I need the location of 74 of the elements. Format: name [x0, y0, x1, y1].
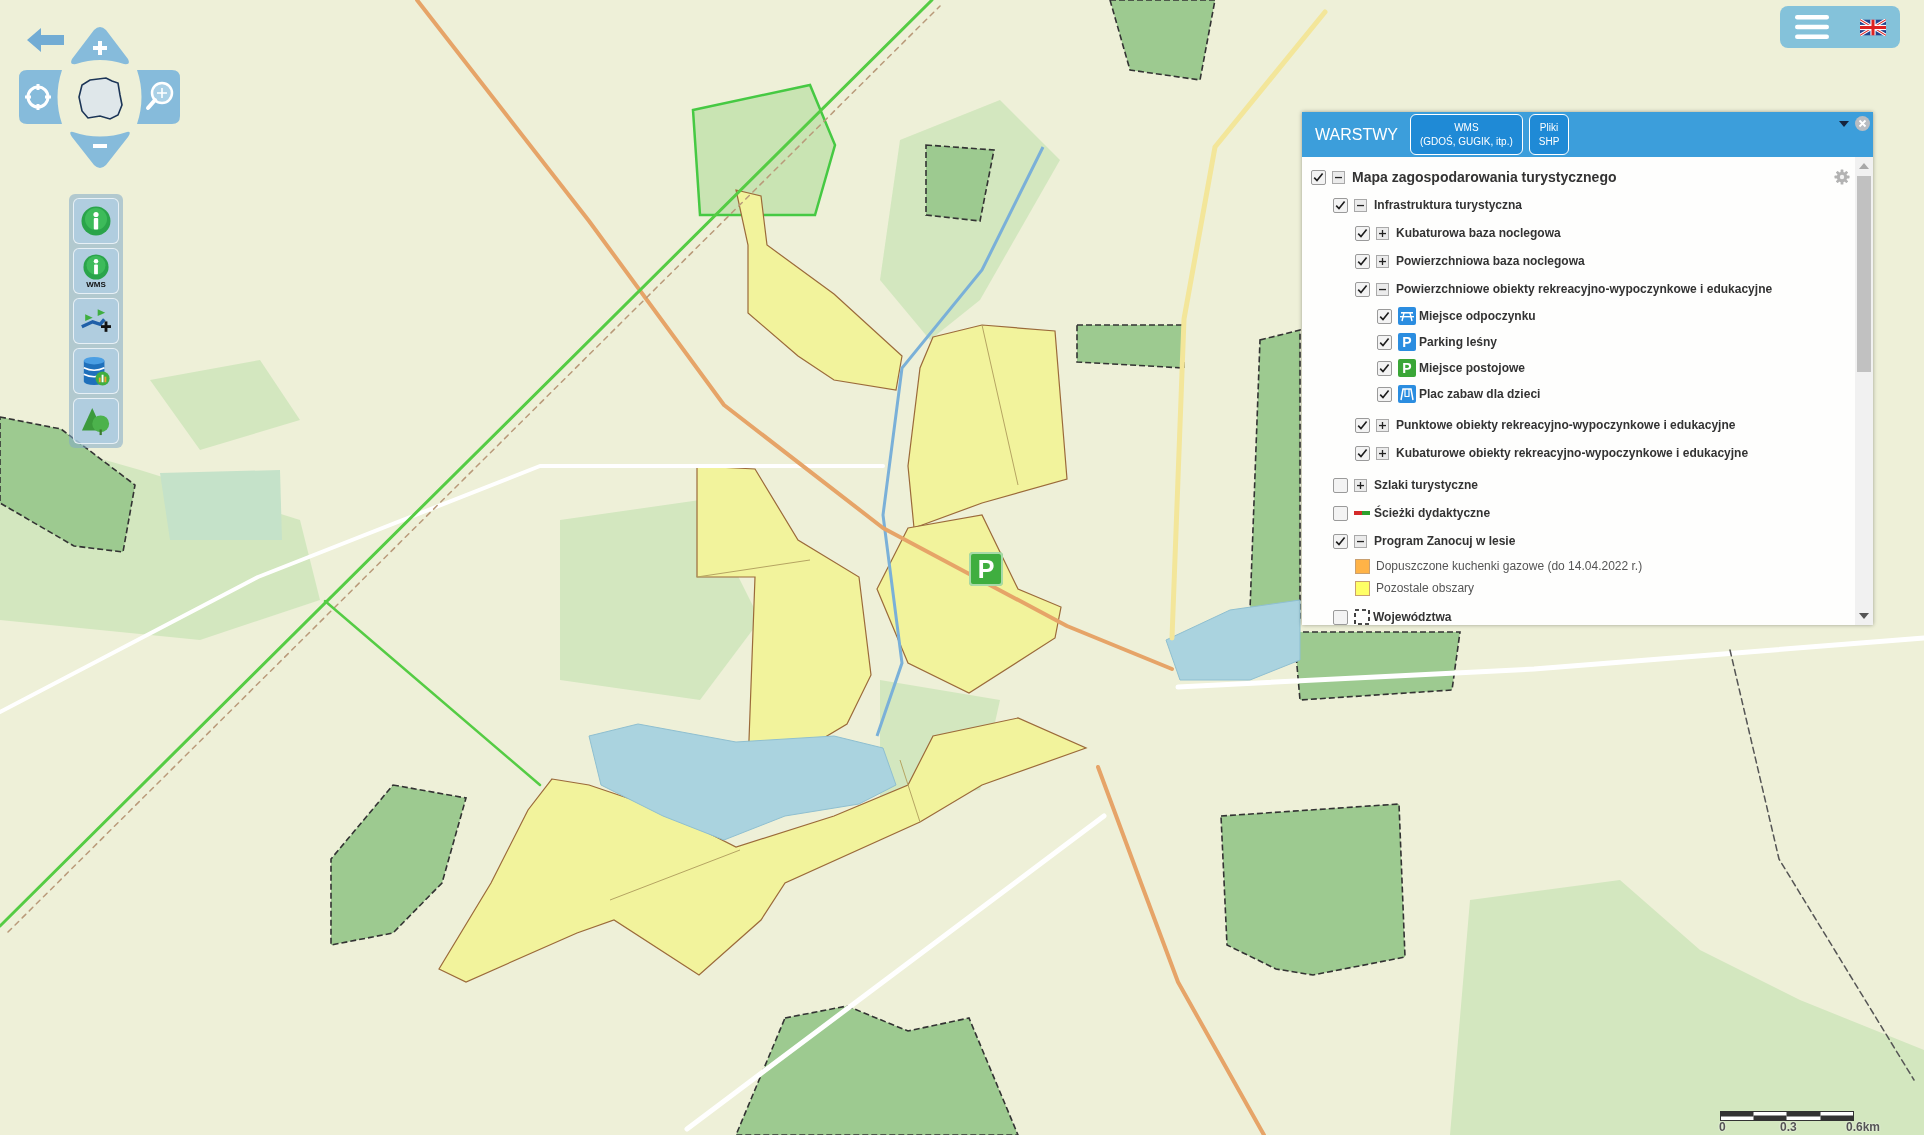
checkbox[interactable] [1333, 197, 1348, 213]
layer-label: Ścieżki dydaktyczne [1374, 506, 1491, 520]
layer-label: Powierzchniowe obiekty rekreacyjno-wypoczynkowe i edukacyjne [1396, 282, 1773, 296]
expand-button[interactable] [1354, 478, 1367, 492]
checkbox[interactable] [1377, 308, 1392, 324]
dashed-border-icon [1354, 609, 1370, 625]
layer-label: Szlaki turystyczne [1374, 478, 1479, 492]
info-button[interactable]: WMS [73, 248, 119, 294]
info-icon [81, 206, 111, 236]
checkbox[interactable] [1355, 445, 1370, 461]
collapse-button[interactable] [1354, 534, 1367, 548]
layer-label: Miejsce odpoczynku [1419, 309, 1536, 323]
parking-sign: P [1398, 333, 1416, 351]
checkbox[interactable] [1355, 417, 1370, 433]
collapse-button[interactable] [1376, 282, 1389, 296]
layer-label: Punktowe obiekty rekreacyjno-wypoczynkowe i edukacyjne [1396, 418, 1736, 432]
layer-label: Kubaturowe obiekty rekreacyjno-wypoczynkowe i edukacyjne [1396, 446, 1749, 460]
checkbox[interactable] [1311, 169, 1326, 185]
flag-icon [1860, 18, 1886, 36]
layer-label: Infrastruktura turystyczna [1374, 198, 1523, 212]
checkbox[interactable] [1355, 225, 1370, 241]
layer-label: Parking leśny [1419, 335, 1498, 349]
plus-icon [93, 41, 107, 55]
trees-icon [81, 406, 111, 436]
checkbox[interactable] [1333, 477, 1348, 493]
expand-button[interactable] [1376, 254, 1389, 268]
expand-button[interactable] [1376, 418, 1389, 432]
expand-button[interactable] [1376, 226, 1389, 240]
dropdown-icon[interactable] [1839, 121, 1849, 127]
layer-label: Dopuszczone kuchenki gazowe (do 14.04.2022 r.) [1376, 559, 1643, 573]
shp-files-button[interactable]: Pliki SHP [1528, 114, 1570, 155]
info-icon [83, 253, 109, 280]
layer-label: Pozostale obszary [1376, 581, 1475, 595]
layer-label: Kubaturowa baza noclegowa [1396, 226, 1561, 240]
collapse-button[interactable] [1332, 170, 1345, 184]
parking-marker[interactable]: P [969, 552, 1003, 586]
trail-line-icon [1354, 511, 1370, 515]
layer-label: Program Zanocuj w lesie [1374, 534, 1516, 548]
checkbox[interactable] [1333, 609, 1348, 625]
menu-icon [1795, 15, 1829, 39]
scrollbar-thumb[interactable] [1857, 176, 1871, 372]
database-button[interactable] [73, 348, 119, 394]
layer-label: Województwa [1373, 610, 1452, 624]
layer-label: Miejsce postojowe [1419, 361, 1526, 375]
checkbox[interactable] [1333, 533, 1348, 549]
scale-label: 0.3 [1780, 1121, 1798, 1134]
scrollbar[interactable] [1855, 157, 1873, 625]
checkbox[interactable] [1333, 505, 1348, 521]
wms-button[interactable]: WMS (GDOŚ, GUGIK, itp.) [1409, 114, 1523, 155]
scale-label: 0 [1719, 1121, 1727, 1134]
close-icon[interactable] [1855, 116, 1870, 131]
language-button[interactable] [1860, 18, 1886, 36]
checkbox[interactable] [1377, 386, 1392, 402]
layer-label: Plac zabaw dla dzieci [1419, 387, 1541, 401]
layer-label: Powierzchniowa baza noclegowa [1396, 254, 1585, 268]
scroll-down-icon[interactable] [1859, 613, 1869, 619]
search-icon [146, 81, 174, 110]
checkbox[interactable] [1377, 360, 1392, 376]
trees-button[interactable] [73, 398, 119, 444]
database-chart-icon [81, 356, 111, 386]
expand-button[interactable] [1376, 446, 1389, 460]
minus-icon [93, 144, 107, 148]
panel-title: WARSTWY [1315, 125, 1398, 144]
checkbox[interactable] [1355, 253, 1370, 269]
scale-label: 0.6km [1846, 1121, 1881, 1134]
crosshair-icon [23, 82, 53, 112]
collapse-button[interactable] [1354, 198, 1367, 212]
parking-sign: P [1398, 359, 1416, 377]
checkbox[interactable] [1355, 281, 1370, 297]
layer-label: Mapa zagospodarowania turystycznego [1352, 169, 1617, 185]
country-outline-button[interactable] [76, 75, 124, 123]
route-add-button[interactable] [73, 298, 119, 344]
checkbox[interactable] [1377, 334, 1392, 350]
info-button[interactable] [73, 198, 119, 244]
